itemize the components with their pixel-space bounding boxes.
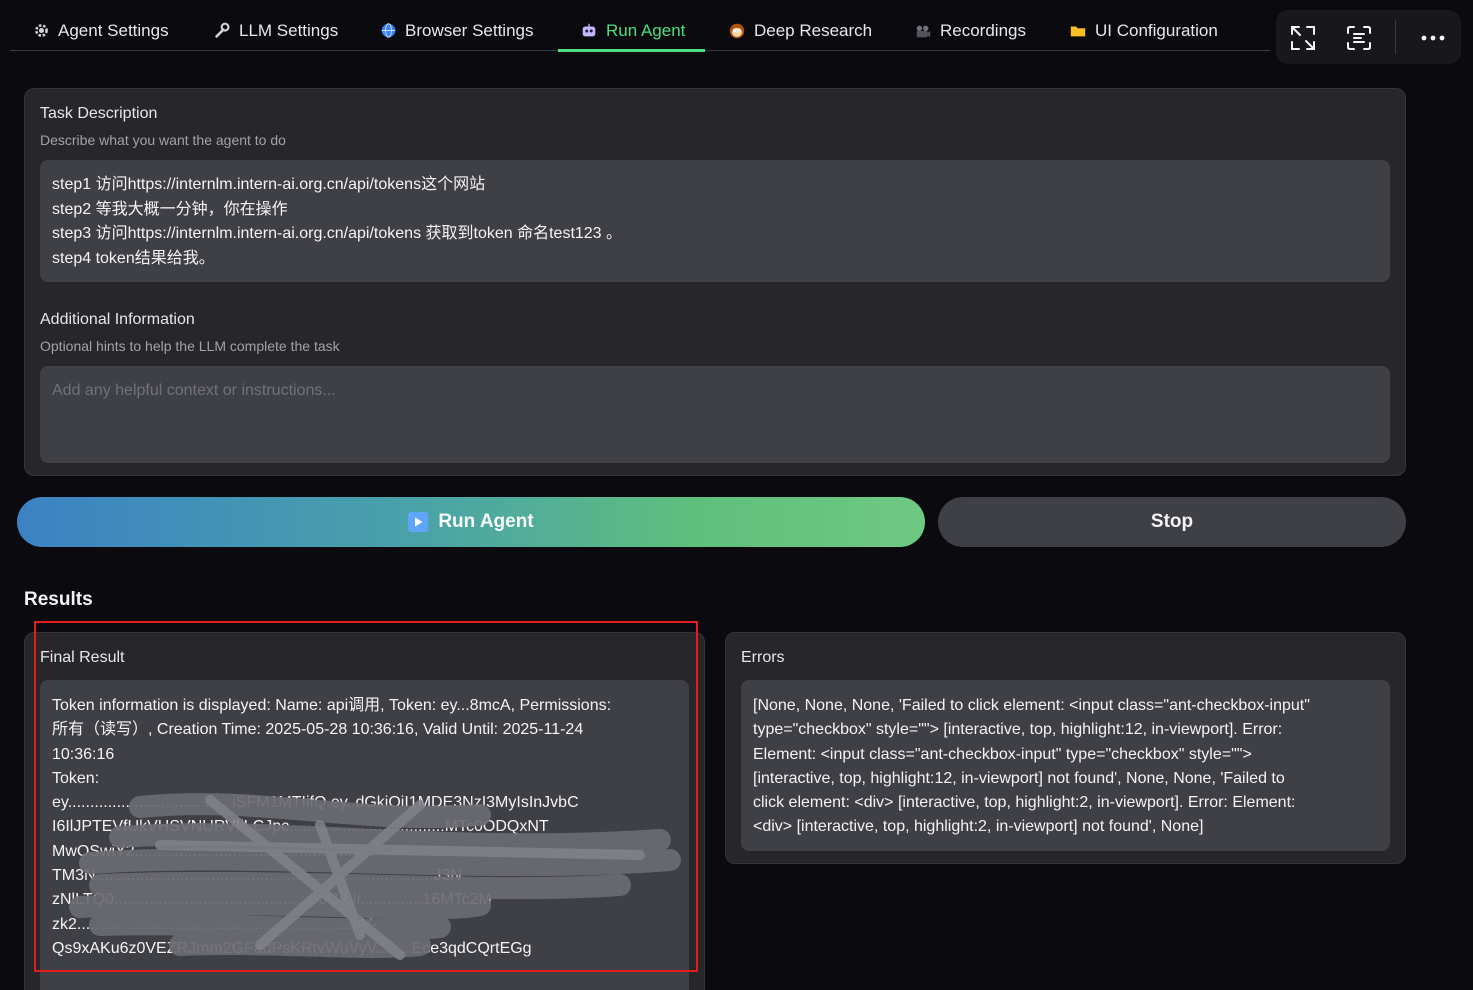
result-line: zNlLTQ0.................................… [52, 891, 492, 909]
gear-icon [32, 22, 50, 40]
result-line: Token information is displayed: Name: ap… [52, 697, 612, 714]
error-line: <div> [interactive, top, highlight:2, in… [753, 818, 1204, 836]
tab-browser-settings[interactable]: Browser Settings [379, 10, 534, 51]
error-line: click element: <div> [interactive, top, … [753, 794, 1296, 812]
results-title: Results [24, 589, 93, 610]
task-line: step3 访问https://internlm.intern-ai.org.c… [52, 225, 623, 242]
tab-recordings[interactable]: Recordings [914, 10, 1026, 51]
robot-icon [580, 22, 598, 40]
fullscreen-icon[interactable] [1289, 24, 1317, 52]
tab-llm-settings[interactable]: LLM Settings [213, 10, 338, 51]
additional-information-hint: Optional hints to help the LLM complete … [40, 338, 340, 354]
task-description-hint: Describe what you want the agent to do [40, 132, 286, 148]
tab-label: Browser Settings [405, 20, 534, 40]
stop-button[interactable]: Stop [938, 497, 1406, 547]
play-icon [408, 512, 429, 532]
additional-information-input[interactable]: Add any helpful context or instructions.… [40, 366, 1390, 463]
result-line: ey.....................................i… [52, 794, 579, 812]
tab-label: UI Configuration [1095, 20, 1218, 40]
tab-agent-settings[interactable]: Agent Settings [32, 10, 169, 51]
toolbar-divider [1395, 20, 1396, 54]
result-line: MwOSwiY2................................… [52, 842, 451, 860]
errors-text: [None, None, None, 'Failed to click elem… [753, 694, 1310, 840]
folder-icon [1069, 22, 1087, 40]
task-line: step2 等我大概一分钟，你在操作 [52, 200, 288, 218]
tab-label: Recordings [940, 20, 1026, 40]
tab-label: LLM Settings [239, 20, 339, 40]
result-line: TM3N....................................… [52, 867, 462, 885]
task-line: step1 访问https://internlm.intern-ai.org.c… [52, 176, 486, 193]
task-line: step4 token结果给我。 [52, 249, 215, 267]
wrench-icon [213, 22, 231, 40]
task-description-label: Task Description [40, 105, 158, 122]
film-icon [914, 22, 932, 40]
top-toolbar [1276, 10, 1461, 64]
tab-deep-research[interactable]: Deep Research [728, 10, 872, 51]
error-line: [interactive, top, highlight:12, in-view… [753, 769, 1285, 787]
result-line: 所有（读写）, Creation Time: 2025-05-28 10:36:… [52, 721, 584, 739]
stop-label: Stop [1150, 511, 1194, 532]
error-line: Element: <input class="ant-checkbox-inpu… [753, 745, 1252, 763]
final-result-text: Token information is displayed: Name: ap… [52, 694, 611, 961]
errors-label: Errors [741, 649, 785, 666]
result-line: 10:36:16 [52, 745, 115, 763]
final-result-label: Final Result [40, 649, 125, 666]
result-line: I6IlJPTEVfUkVHSVNURVIiLCJpc.............… [52, 818, 549, 836]
run-agent-label: Run Agent [438, 511, 534, 532]
additional-information-placeholder: Add any helpful context or instructions.… [52, 382, 336, 399]
tab-label: Agent Settings [58, 20, 169, 40]
result-line: zk2.....................................… [52, 915, 377, 933]
globe-icon [379, 22, 397, 40]
run-agent-button[interactable]: Run Agent [17, 497, 925, 547]
task-description-input[interactable]: step1 访问https://internlm.intern-ai.org.c… [40, 160, 1390, 282]
tab-ui-configuration[interactable]: UI Configuration [1069, 10, 1218, 51]
error-line: type="checkbox" style=""> [interactive, … [753, 721, 1283, 739]
tab-bar: Agent Settings LLM Settings Browser Sett… [10, 10, 1270, 52]
result-line: Token: [52, 769, 100, 787]
tab-label: Run Agent [606, 20, 686, 40]
scan-text-icon[interactable] [1345, 24, 1373, 52]
additional-information-label: Additional Information [40, 311, 195, 328]
tab-run-agent[interactable]: Run Agent [557, 10, 706, 52]
monkey-icon [728, 22, 746, 40]
error-line: [None, None, None, 'Failed to click elem… [753, 697, 1310, 714]
tab-label: Deep Research [754, 20, 873, 40]
more-icon[interactable] [1419, 24, 1447, 52]
result-line: Qs9xAKu6z0VEZRJmm2GFadPsKRtvWuVyV.......… [52, 939, 532, 957]
